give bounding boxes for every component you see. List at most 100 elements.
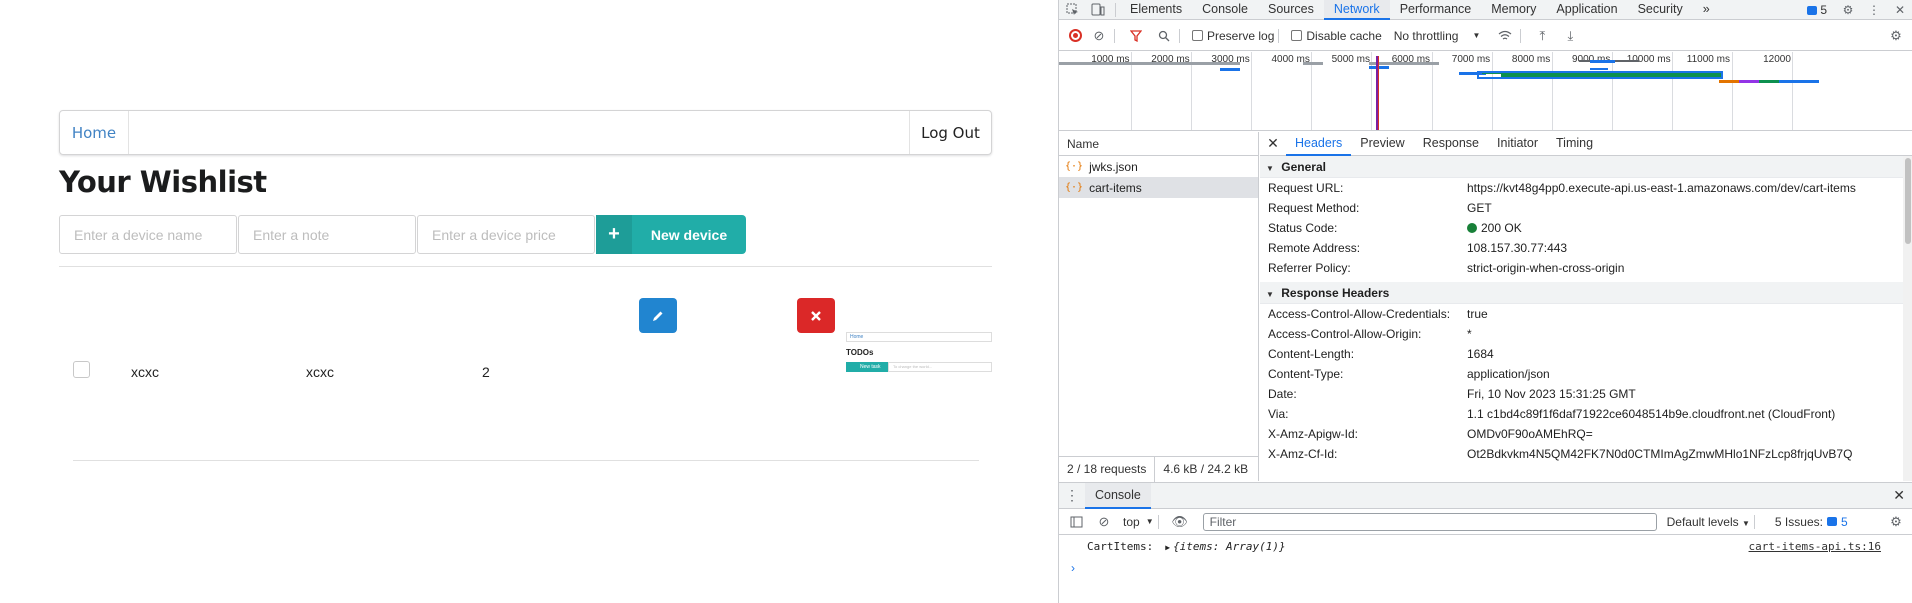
inspect-icon[interactable] [1059,0,1085,20]
tab-console[interactable]: Console [1192,0,1258,20]
tab-response[interactable]: Response [1414,132,1488,156]
header-key: X-Amz-Apigw-Id: [1268,427,1359,441]
tab-performance[interactable]: Performance [1390,0,1482,20]
header-row: Access-Control-Allow-Credentials: true [1260,304,1912,324]
divider [59,266,992,267]
console-settings-gear-icon[interactable]: ⚙ [1885,512,1907,532]
logout-button[interactable]: Log Out [909,111,991,154]
log-source-link[interactable]: cart-items-api.ts:16 [1749,540,1881,553]
console-filter-input[interactable] [1202,512,1657,531]
request-bar [1739,80,1759,83]
header-key: Content-Type: [1268,367,1344,381]
close-devtools-icon[interactable]: ✕ [1887,0,1912,20]
log-object[interactable]: ▶ {items: Array(1)} [1165,540,1285,553]
transfer-size: 4.6 kB / 24.2 kB [1163,462,1249,476]
separator [1753,514,1755,529]
disable-cache-label: Disable cache [1306,28,1382,43]
issues-badge[interactable]: 5 [1799,3,1835,17]
expand-triangle-icon: ▼ [1266,164,1274,173]
sidebar-toggle-icon[interactable] [1065,512,1087,532]
section-title: General [1281,160,1326,174]
request-row[interactable]: {·} cart-items [1059,177,1258,198]
prompt-chevron-icon: › [1071,561,1075,575]
detail-tabs: ✕ Headers Preview Response Initiator Tim… [1260,132,1912,156]
name-column-header[interactable]: Name [1059,132,1258,156]
tab-timing[interactable]: Timing [1547,132,1602,156]
header-key: Referrer Policy: [1268,261,1351,275]
tab-headers[interactable]: Headers [1286,132,1352,156]
header-key: X-Amz-Cf-Id: [1268,447,1338,461]
tab-initiator[interactable]: Initiator [1488,132,1547,156]
context-selector[interactable]: top ▼ [1123,515,1154,529]
request-row[interactable]: {·} jwks.json [1059,156,1258,177]
disable-cache-checkbox[interactable]: Disable cache [1291,28,1382,43]
filter-icon[interactable] [1125,26,1147,46]
tab-console-drawer[interactable]: Console [1085,482,1151,509]
tab-application[interactable]: Application [1546,0,1627,20]
detail-scrollbar[interactable] [1903,156,1912,481]
tab-memory[interactable]: Memory [1481,0,1546,20]
preserve-log-checkbox[interactable]: Preserve log [1192,29,1274,43]
app-pane: Home Log Out Your Wishlist + New device … [0,0,1058,603]
header-value: Fri, 10 Nov 2023 15:31:25 GMT [1467,387,1636,401]
tab-network[interactable]: Network [1323,0,1390,20]
delete-button[interactable] [797,298,835,333]
tab-preview[interactable]: Preview [1351,132,1413,156]
header-row: Date: Fri, 10 Nov 2023 15:31:25 GMT [1260,384,1912,404]
upload-icon[interactable]: ⤒ [1531,26,1553,46]
tab-elements[interactable]: Elements [1120,0,1192,20]
price-input[interactable] [417,215,595,254]
close-drawer-icon[interactable]: ✕ [1893,487,1905,504]
header-key: Remote Address: [1268,241,1361,255]
note-input[interactable] [238,215,416,254]
header-row: Request URL: https://kvt48g4pp0.execute-a… [1260,178,1912,198]
request-bar [1369,66,1389,69]
kebab-menu-icon[interactable]: ⋮ [1861,0,1887,20]
network-settings-gear-icon[interactable]: ⚙ [1885,26,1907,46]
tab-security[interactable]: Security [1628,0,1693,20]
record-icon[interactable] [1069,29,1082,42]
request-list: Name {·} jwks.json {·} cart-items 2 / 18… [1059,132,1259,482]
nav-home-link[interactable]: Home [60,111,129,154]
tab-sources[interactable]: Sources [1258,0,1324,20]
request-summary-footer: 2 / 18 requests 4.6 kB / 24.2 kB [1059,456,1259,482]
levels-value: Default levels [1666,514,1739,529]
device-toggle-icon[interactable] [1085,0,1111,20]
throttling-select[interactable]: No throttling ▼ [1394,29,1481,43]
network-conditions-icon[interactable] [1494,26,1516,46]
separator [1179,28,1180,43]
clear-console-icon[interactable]: ⊘ [1093,512,1115,532]
header-value: 108.157.30.77:443 [1467,241,1568,255]
edit-button[interactable] [639,298,677,333]
header-key: Request Method: [1268,201,1360,215]
status-text: 200 OK [1481,221,1522,235]
more-tabs-button[interactable]: » [1693,0,1720,20]
clear-icon[interactable]: ⊘ [1088,26,1110,46]
item-checkbox[interactable] [73,361,90,378]
download-icon[interactable]: ⤓ [1559,26,1581,46]
general-section-header[interactable]: ▼ General [1260,156,1912,178]
log-levels-select[interactable]: Default levels ▼ [1667,515,1750,529]
close-detail-icon[interactable]: ✕ [1260,135,1286,152]
settings-gear-icon[interactable]: ⚙ [1835,0,1861,20]
new-device-button[interactable]: + New device [596,215,746,254]
chevron-down-icon: ▼ [1472,31,1481,40]
response-headers-section-header[interactable]: ▼ Response Headers [1260,282,1912,304]
load-marker [1378,56,1379,130]
log-object-text: {items: Array(1)} [1173,539,1286,553]
scrollbar-thumb[interactable] [1905,158,1911,244]
console-issues-button[interactable]: 5 Issues: 5 [1775,515,1848,529]
eye-icon[interactable]: 👁 [1169,512,1191,532]
header-value: true [1467,307,1488,321]
network-timeline[interactable]: 1000 ms 2000 ms 3000 ms 4000 ms 5000 ms 6000 … [1059,52,1912,131]
network-toolbar: ⊘ Preserve log Disable cache No throttli… [1059,21,1912,51]
console-prompt[interactable]: › [1059,557,1912,579]
device-name-input[interactable] [59,215,237,254]
status-value: 200 OK [1467,218,1522,238]
timeline-gridline [1732,52,1733,130]
header-row: Request Method: GET [1260,198,1912,218]
header-row: Content-Type: application/json [1260,364,1912,384]
header-key: Access-Control-Allow-Credentials: [1268,307,1451,321]
search-icon[interactable] [1153,26,1175,46]
drawer-menu-icon[interactable]: ⋮ [1059,487,1085,504]
